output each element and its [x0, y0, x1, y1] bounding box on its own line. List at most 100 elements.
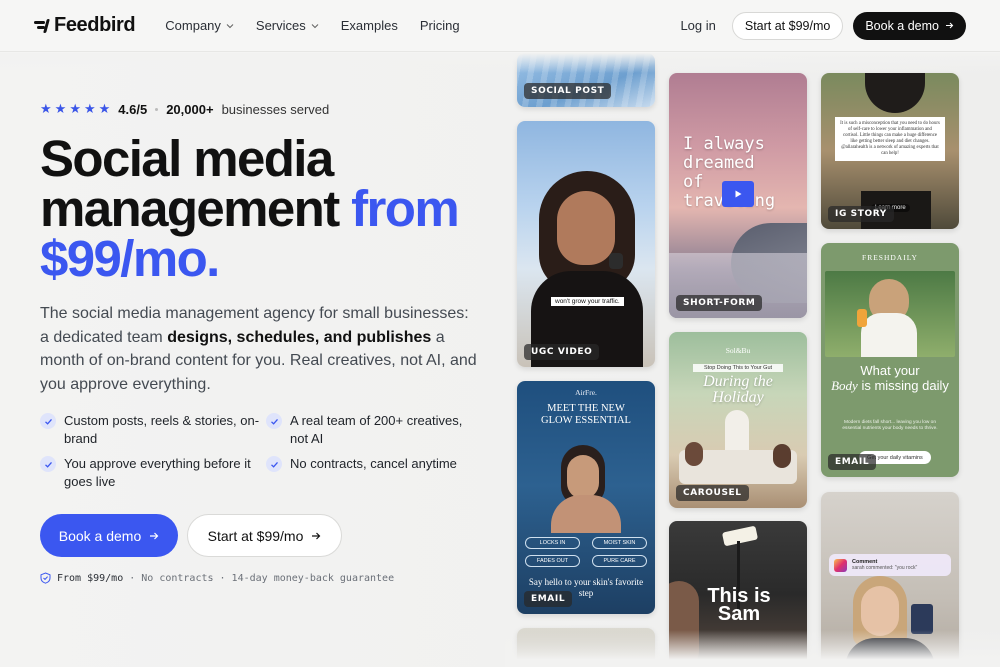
- email-title-emphasis: Body: [831, 378, 858, 393]
- feature-item: Custom posts, reels & stories, on-brand: [40, 412, 266, 447]
- brand-logo[interactable]: Feedbird: [34, 14, 136, 37]
- email-title-part: What your: [860, 363, 920, 378]
- sam-video-card[interactable]: This is Sam: [669, 521, 807, 667]
- brand-name: Feedbird: [54, 14, 136, 36]
- feature-text: You approve everything before it goes li…: [64, 456, 251, 489]
- card-type-tag: EMAIL: [828, 454, 877, 470]
- carousel-top-banner: Stop Doing This to Your Gut: [693, 364, 783, 372]
- separator-dot: [155, 107, 159, 111]
- button-label: Start at $99/mo: [207, 527, 304, 544]
- menu-item-pricing[interactable]: Pricing: [420, 18, 460, 33]
- button-label: Book a demo: [865, 18, 939, 33]
- email-title-part: is missing daily: [861, 378, 949, 393]
- headline-highlight: from: [351, 180, 460, 237]
- ig-story-card[interactable]: It is such a misconception that you need…: [821, 73, 959, 229]
- logo-icon: [34, 18, 50, 33]
- guarantee-note: From $99/mo · No contracts · 14-day mone…: [40, 572, 394, 584]
- partial-card[interactable]: [517, 628, 655, 667]
- served-label: businesses served: [221, 101, 330, 117]
- email-pill: MOIST SKIN: [592, 537, 647, 549]
- feature-text: No contracts, cancel anytime: [290, 456, 457, 471]
- email-card-skincare[interactable]: AirFre. MEET THE NEW GLOW ESSENTIAL LOCK…: [517, 381, 655, 614]
- ugc-video-card[interactable]: won't grow your traffic. UGC VIDEO: [517, 121, 655, 367]
- check-icon: [266, 456, 282, 472]
- book-demo-button[interactable]: Book a demo: [853, 11, 966, 40]
- short-form-card[interactable]: I always dreamed of traveling SHORT-FORM: [669, 73, 807, 318]
- menu-item-services[interactable]: Services: [256, 18, 319, 33]
- card-type-tag: SHORT-FORM: [676, 295, 763, 311]
- card-type-tag: IG STORY: [828, 206, 894, 222]
- shield-check-icon: [40, 572, 51, 584]
- main-menu: Company Services Examples Pricing: [165, 18, 459, 33]
- menu-item-label: Services: [255, 18, 306, 33]
- email-title: What your Body is missing daily: [831, 363, 949, 393]
- feature-list: Custom posts, reels & stories, on-brand …: [40, 412, 480, 490]
- notification-video-card[interactable]: Comment sarah commented: "you rock": [821, 492, 959, 667]
- feature-text: Custom posts, reels & stories, on-brand: [64, 413, 260, 446]
- headline-line-2: management: [40, 180, 352, 237]
- arrow-right-icon: [150, 532, 159, 539]
- hero-book-demo-button[interactable]: Book a demo: [40, 514, 178, 557]
- headline-price: $99/mo.: [40, 230, 220, 287]
- chevron-down-icon: [226, 23, 234, 28]
- content-examples-grid: SOCIAL POST won't grow your traffic. UGC…: [505, 53, 1000, 667]
- nav-actions: Log in Start at $99/mo Book a demo: [680, 11, 966, 40]
- fine-separator: ·: [129, 572, 136, 584]
- login-link[interactable]: Log in: [680, 18, 715, 33]
- served-count: 20,000+: [166, 101, 214, 117]
- email-card-vitamins[interactable]: FRESHDAILY What your Body is missing dai…: [821, 243, 959, 477]
- star-rating: ★ ★ ★ ★ ★: [40, 101, 110, 117]
- fine-guarantee: 14-day money-back guarantee: [231, 572, 395, 584]
- play-button-icon[interactable]: [722, 181, 754, 207]
- check-icon: [266, 413, 282, 429]
- sam-text: This is Sam: [707, 585, 771, 625]
- check-icon: [40, 413, 56, 429]
- fine-separator: ·: [219, 572, 226, 584]
- rating-row: ★ ★ ★ ★ ★ 4.6/5 20,000+ businesses serve…: [40, 101, 329, 117]
- star-icon: ★: [54, 101, 67, 116]
- star-icon: ★: [83, 101, 96, 116]
- carousel-brand: Sol&Bu: [725, 346, 751, 355]
- menu-item-label: Company: [165, 18, 221, 33]
- feature-item: A real team of 200+ creatives, not AI: [266, 412, 476, 447]
- top-nav: Feedbird Company Services Examples Prici…: [0, 0, 1000, 52]
- email-title: MEET THE NEW GLOW ESSENTIAL: [541, 403, 631, 426]
- email-body: Modern diets fall short... leaving you l…: [842, 420, 938, 431]
- card-type-tag: UGC VIDEO: [524, 344, 600, 360]
- comment-notification: Comment sarah commented: "you rock": [829, 554, 951, 576]
- button-label: Book a demo: [58, 527, 142, 544]
- menu-item-examples[interactable]: Examples: [341, 18, 398, 33]
- star-icon: ★: [69, 101, 81, 116]
- start-plan-button[interactable]: Start at $99/mo: [731, 11, 844, 40]
- ugc-caption: won't grow your traffic.: [551, 297, 624, 306]
- menu-item-company[interactable]: Company: [165, 18, 234, 33]
- social-post-card[interactable]: SOCIAL POST: [517, 53, 655, 107]
- menu-item-label: Examples: [340, 18, 398, 33]
- carousel-title: During the Holiday: [703, 373, 773, 406]
- instagram-icon: [834, 558, 847, 572]
- ig-story-text: It is such a misconception that you need…: [835, 117, 945, 161]
- fine-contracts: No contracts: [141, 572, 214, 584]
- card-type-tag: EMAIL: [524, 591, 573, 607]
- email-pill: PURE CARE: [592, 555, 647, 567]
- rating-score: 4.6/5: [118, 101, 148, 117]
- feature-item: You approve everything before it goes li…: [40, 455, 266, 490]
- page-title: Social media management from $99/mo.: [40, 133, 510, 287]
- notification-body: sarah commented: "you rock": [852, 565, 918, 571]
- feature-item: No contracts, cancel anytime: [266, 455, 476, 490]
- lead-bold: designs, schedules, and publishes: [167, 328, 432, 346]
- star-icon: ★: [40, 101, 52, 116]
- email-pill: FADES OUT: [525, 555, 580, 567]
- email-brand: AirFre.: [575, 388, 597, 397]
- hero-description: The social media management agency for s…: [40, 302, 480, 396]
- email-pill: LOCKS IN: [525, 537, 580, 549]
- carousel-card[interactable]: Sol&Bu Stop Doing This to Your Gut Durin…: [669, 332, 807, 508]
- card-type-tag: CAROUSEL: [676, 485, 749, 501]
- star-icon: ★: [98, 101, 111, 116]
- menu-item-label: Pricing: [419, 18, 460, 33]
- chevron-down-icon: [311, 23, 319, 28]
- email-brand: FRESHDAILY: [862, 253, 918, 262]
- check-icon: [40, 456, 56, 472]
- arrow-right-icon: [946, 22, 954, 29]
- hero-start-plan-button[interactable]: Start at $99/mo: [187, 514, 342, 557]
